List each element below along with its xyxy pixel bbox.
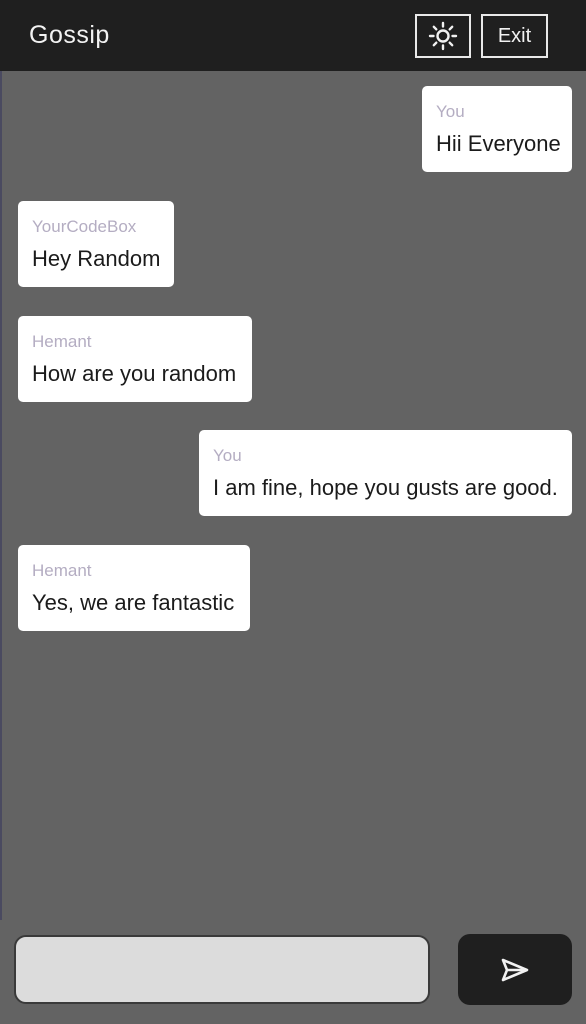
chat-app: Gossip Exit You Hii Everyone YourCodeBox…	[0, 0, 586, 1024]
message-list[interactable]: You Hii Everyone YourCodeBox Hey Random …	[0, 71, 586, 920]
message-text: Hey Random	[32, 246, 161, 271]
message-text: How are you random	[32, 361, 237, 386]
theme-toggle-button[interactable]	[415, 14, 471, 58]
send-button[interactable]	[458, 934, 572, 1005]
sun-icon	[428, 21, 458, 51]
message-sender: YourCodeBox	[32, 217, 137, 236]
app-title: Gossip	[29, 21, 110, 49]
message-sender: You	[213, 446, 242, 465]
message-bubble: You I am fine, hope you gusts are good.	[199, 430, 572, 516]
message-text: I am fine, hope you gusts are good.	[213, 475, 558, 500]
exit-button[interactable]: Exit	[481, 14, 548, 58]
message-text: Hii Everyone	[436, 131, 561, 156]
message-sender: You	[436, 102, 465, 121]
message-bubble: YourCodeBox Hey Random	[18, 201, 174, 287]
message-bubble: Hemant Yes, we are fantastic	[18, 545, 250, 631]
message-text: Yes, we are fantastic	[32, 590, 235, 615]
message-sender: Hemant	[32, 332, 92, 351]
message-bubble: Hemant How are you random	[18, 316, 252, 402]
message-sender: Hemant	[32, 561, 92, 580]
message-input[interactable]	[14, 935, 430, 1004]
send-icon	[501, 958, 529, 981]
composer-bar	[0, 920, 586, 1024]
message-bubble: You Hii Everyone	[422, 86, 572, 172]
top-bar: Gossip Exit	[0, 0, 586, 71]
